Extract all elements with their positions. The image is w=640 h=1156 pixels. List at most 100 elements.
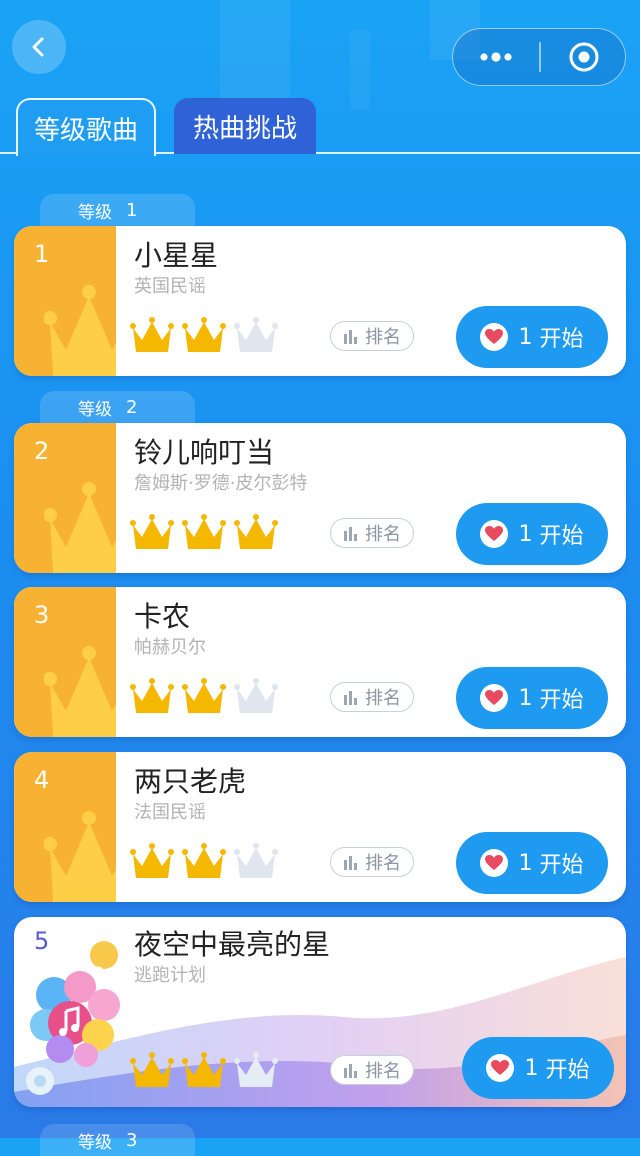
level-number: 1 xyxy=(126,199,138,221)
rank-button[interactable]: 排名 xyxy=(330,321,414,351)
back-arrow-icon xyxy=(32,37,44,57)
rank-button[interactable]: 排名 xyxy=(330,682,414,712)
tab-label: 热曲挑战 xyxy=(192,113,297,144)
crown-icon xyxy=(44,811,116,902)
song-artist: 帕赫贝尔 xyxy=(134,637,206,658)
bar-chart-icon xyxy=(344,330,357,344)
start-label: 开始 xyxy=(539,688,584,713)
crown-rating xyxy=(130,675,278,719)
song-number: 2 xyxy=(34,437,50,465)
song-card-3[interactable]: 3 卡农 帕赫贝尔 排名 1 开始 xyxy=(14,587,626,737)
crown-icon xyxy=(182,514,226,549)
song-title: 卡农 xyxy=(134,600,191,633)
song-card-5[interactable]: 5 夜空中最亮的星 逃跑计划 排名 1 开始 xyxy=(14,917,626,1107)
song-title: 两只老虎 xyxy=(134,765,247,798)
rank-label: 排名 xyxy=(365,524,401,545)
card-side-panel: 3 xyxy=(14,587,116,737)
start-label: 开始 xyxy=(545,1058,590,1083)
heart-icon xyxy=(480,849,509,877)
start-count: 1 xyxy=(518,521,533,547)
song-artist: 法国民谣 xyxy=(134,802,206,823)
crown-rating xyxy=(130,1049,278,1093)
start-label: 开始 xyxy=(539,327,584,352)
level-word: 等级 xyxy=(78,399,112,420)
start-count: 1 xyxy=(524,1055,539,1081)
card-side-panel: 4 xyxy=(14,752,116,902)
start-count: 1 xyxy=(518,324,533,350)
heart-icon xyxy=(480,684,509,712)
music-balloons-icon xyxy=(26,941,120,1095)
crown-icon xyxy=(130,678,174,713)
level-header-1: 等级 1 xyxy=(40,194,195,226)
background-decoration xyxy=(350,30,370,110)
song-artist: 逃跑计划 xyxy=(134,965,206,986)
card-side-panel: 1 xyxy=(14,226,116,376)
crown-rating xyxy=(130,511,278,555)
crown-icon xyxy=(130,843,174,878)
crown-icon xyxy=(44,646,116,737)
start-button[interactable]: 1 开始 xyxy=(456,667,608,729)
tab-level-songs[interactable]: 等级歌曲 xyxy=(16,98,156,156)
crown-icon xyxy=(234,514,278,549)
level-word: 等级 xyxy=(78,202,112,223)
crown-icon xyxy=(44,482,116,573)
rank-button[interactable]: 排名 xyxy=(330,518,414,548)
level-header-2: 等级 2 xyxy=(40,391,195,423)
start-button[interactable]: 1 开始 xyxy=(456,503,608,565)
crown-icon xyxy=(182,1052,226,1087)
song-title: 铃儿响叮当 xyxy=(134,436,275,469)
crown-icon xyxy=(182,843,226,878)
crown-empty-icon xyxy=(234,843,278,878)
crown-empty-icon xyxy=(234,1052,278,1087)
start-button[interactable]: 1 开始 xyxy=(462,1037,614,1099)
song-card-1[interactable]: 1 小星星 英国民谣 排名 1 开始 xyxy=(14,226,626,376)
mini-program-capsule xyxy=(452,28,626,86)
rank-label: 排名 xyxy=(365,1061,401,1082)
level-word: 等级 xyxy=(78,1132,112,1153)
heart-icon xyxy=(480,520,509,548)
crown-rating xyxy=(130,840,278,884)
crown-icon xyxy=(130,1052,174,1087)
target-icon xyxy=(569,42,599,72)
crown-icon xyxy=(182,317,226,352)
tab-hot-challenge[interactable]: 热曲挑战 xyxy=(174,98,316,154)
crown-empty-icon xyxy=(234,678,278,713)
bar-chart-icon xyxy=(344,691,357,705)
crown-icon xyxy=(130,514,174,549)
rank-button[interactable]: 排名 xyxy=(330,1055,414,1085)
crown-rating xyxy=(130,314,278,358)
start-label: 开始 xyxy=(539,853,584,878)
rank-label: 排名 xyxy=(365,327,401,348)
crown-icon xyxy=(44,285,116,376)
rank-label: 排名 xyxy=(365,853,401,874)
level-header-3: 等级 3 xyxy=(40,1124,195,1156)
more-button[interactable] xyxy=(453,29,539,85)
start-button[interactable]: 1 开始 xyxy=(456,306,608,368)
crown-empty-icon xyxy=(234,317,278,352)
song-number: 4 xyxy=(34,766,50,794)
start-button[interactable]: 1 开始 xyxy=(456,832,608,894)
song-card-2[interactable]: 2 铃儿响叮当 詹姆斯·罗德·皮尔彭特 排名 1 开始 xyxy=(14,423,626,573)
card-side-panel: 2 xyxy=(14,423,116,573)
song-title: 夜空中最亮的星 xyxy=(134,928,331,961)
level-number: 2 xyxy=(126,396,138,418)
tab-label: 等级歌曲 xyxy=(33,115,138,146)
level-number: 3 xyxy=(126,1129,138,1151)
more-dots-icon xyxy=(480,52,512,62)
song-artist: 詹姆斯·罗德·皮尔彭特 xyxy=(134,473,308,494)
song-title: 小星星 xyxy=(134,239,219,272)
crown-icon xyxy=(182,678,226,713)
heart-icon xyxy=(480,323,509,351)
crown-icon xyxy=(130,317,174,352)
bar-chart-icon xyxy=(344,527,357,541)
song-card-4[interactable]: 4 两只老虎 法国民谣 排名 1 开始 xyxy=(14,752,626,902)
heart-icon xyxy=(486,1054,515,1082)
bar-chart-icon xyxy=(344,856,357,870)
close-mini-program-button[interactable] xyxy=(541,29,627,85)
rank-label: 排名 xyxy=(365,688,401,709)
song-number: 3 xyxy=(34,601,50,629)
start-label: 开始 xyxy=(539,524,584,549)
song-number: 1 xyxy=(34,240,50,268)
back-button[interactable] xyxy=(12,20,66,74)
rank-button[interactable]: 排名 xyxy=(330,847,414,877)
